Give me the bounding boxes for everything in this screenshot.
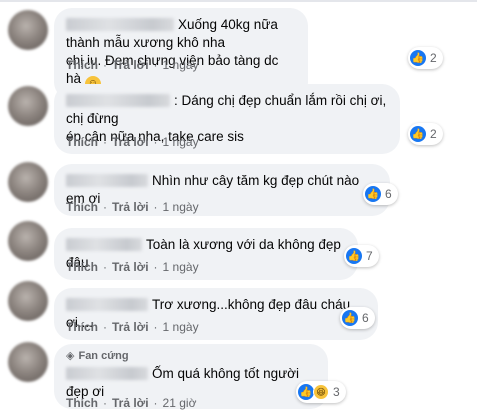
top-divider [0, 0, 477, 2]
commenter-name-blurred[interactable] [66, 18, 174, 31]
diamond-icon: ◈ [66, 350, 75, 362]
reaction-summary[interactable]: 👍 6 [340, 307, 375, 329]
like-link[interactable]: Thích [66, 200, 98, 214]
avatar[interactable] [8, 10, 48, 50]
avatar[interactable] [8, 342, 48, 382]
comment-actions: Thích · Trả lời · 1 ngày [66, 260, 199, 274]
reaction-summary[interactable]: 👍 6 [363, 183, 398, 205]
avatar[interactable] [8, 86, 48, 126]
reaction-count: 2 [430, 51, 437, 65]
like-reaction-icon: 👍 [346, 248, 362, 264]
avatar[interactable] [8, 221, 48, 261]
commenter-name-blurred[interactable] [66, 174, 148, 187]
comment-time[interactable]: 1 ngày [163, 58, 199, 72]
like-reaction-icon: 👍 [410, 126, 426, 142]
reply-link[interactable]: Trả lời [112, 58, 149, 72]
reply-link[interactable]: Trả lời [112, 320, 149, 334]
reply-link[interactable]: Trả lời [112, 200, 149, 214]
haha-reaction-icon: 😆 [313, 384, 329, 400]
like-link[interactable]: Thích [66, 58, 98, 72]
like-link[interactable]: Thích [66, 260, 98, 274]
like-reaction-icon: 👍 [410, 50, 426, 66]
comment-time[interactable]: 1 ngày [163, 200, 199, 214]
reaction-count: 7 [366, 249, 373, 263]
like-link[interactable]: Thích [66, 396, 98, 410]
reaction-summary[interactable]: 👍 2 [408, 123, 443, 145]
like-reaction-icon: 👍 [298, 384, 314, 400]
comment-actions: Thích · Trả lời · 1 ngày [66, 320, 199, 334]
comment-actions: Thích · Trả lời · 1 ngày [66, 135, 199, 149]
reaction-summary[interactable]: 👍 7 [344, 245, 379, 267]
like-link[interactable]: Thích [66, 135, 98, 149]
comment-time[interactable]: 1 ngày [163, 135, 199, 149]
reply-link[interactable]: Trả lời [112, 135, 149, 149]
avatar[interactable] [8, 281, 48, 321]
comment-actions: Thích · Trả lời · 1 ngày [66, 200, 199, 214]
like-reaction-icon: 👍 [342, 310, 358, 326]
reaction-count: 6 [385, 187, 392, 201]
comment-actions: Thích · Trả lời · 1 ngày [66, 58, 199, 72]
comment-actions: Thích · Trả lời · 21 giờ [66, 396, 197, 410]
commenter-name-blurred[interactable] [66, 238, 142, 251]
avatar[interactable] [8, 162, 48, 202]
comment-time[interactable]: 21 giờ [163, 396, 197, 410]
reaction-count: 3 [333, 385, 340, 399]
reaction-summary[interactable]: 👍 2 [408, 47, 443, 69]
comment-time[interactable]: 1 ngày [163, 320, 199, 334]
reaction-count: 2 [430, 127, 437, 141]
commenter-name-blurred[interactable] [66, 298, 148, 311]
commenter-name-blurred[interactable] [66, 367, 148, 380]
reply-link[interactable]: Trả lời [112, 396, 149, 410]
reaction-count: 6 [362, 311, 369, 325]
like-reaction-icon: 👍 [365, 186, 381, 202]
reaction-summary[interactable]: 👍 😆 3 [296, 381, 346, 403]
like-link[interactable]: Thích [66, 320, 98, 334]
top-fan-badge: ◈ Fan cứng [66, 350, 129, 362]
reply-link[interactable]: Trả lời [112, 260, 149, 274]
commenter-name-blurred[interactable] [66, 94, 170, 107]
comment-time[interactable]: 1 ngày [163, 260, 199, 274]
